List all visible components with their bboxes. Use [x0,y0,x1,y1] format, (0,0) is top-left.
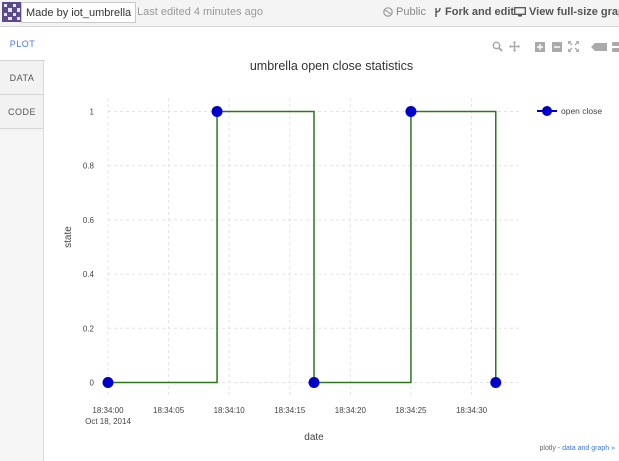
data-and-graph-link[interactable]: data and graph » [562,445,615,452]
x-tick-label: 18:34:30 [456,406,488,415]
x-tick-label: 18:34:00 [92,406,124,415]
x-tick-label: 18:34:25 [395,406,427,415]
legend[interactable]: open close [537,105,602,117]
plotly-credit: plotly - data and graph » [540,445,616,452]
x-tick-date-label: Oct 18, 2014 [85,417,131,426]
legend-symbol [537,106,557,116]
x-tick-label: 18:34:05 [153,406,185,415]
y-tick-label: 0 [90,378,95,387]
x-tick-label: 18:34:15 [274,406,306,415]
y-tick-label: 0.2 [83,324,95,333]
x-tick-label: 18:34:10 [214,406,246,415]
data-point [211,106,223,118]
data-point [490,376,502,388]
y-tick-label: 0.6 [83,216,95,225]
y-tick-label: 0.8 [83,162,95,171]
y-tick-label: 1 [90,108,95,117]
series-line [108,110,497,384]
y-tick-label: 0.4 [83,270,95,279]
data-point [308,376,320,388]
x-axis-title: date [304,432,324,443]
legend-label: open close [561,106,603,116]
data-point [405,106,417,118]
y-axis-title: state [63,226,74,248]
x-tick-label: 18:34:20 [335,406,367,415]
data-point [102,376,114,388]
plot-area[interactable]: 0 0.2 0.4 0.6 0.8 1 18:34:00 18:34:05 18:34:10 18… [0,0,619,461]
credit-prefix: plotly - [539,445,563,452]
